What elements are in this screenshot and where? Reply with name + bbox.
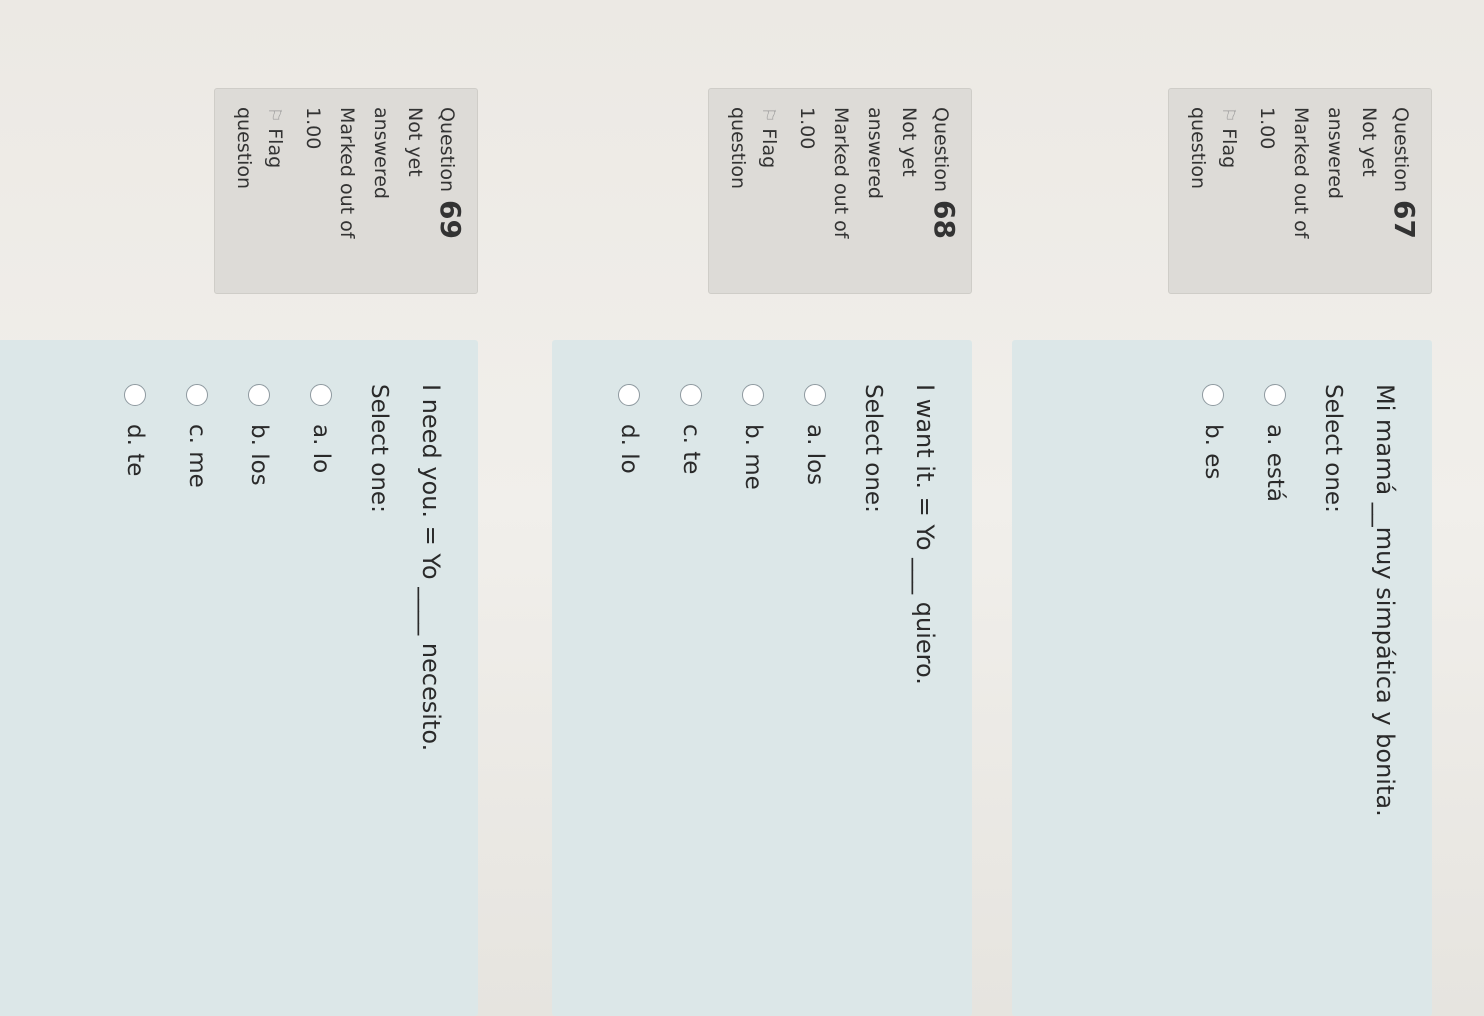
grade-line-1: Marked out of [336,107,358,239]
radio-empty-icon[interactable] [124,384,146,406]
state-line-1: Not yet [1358,107,1380,177]
answer-option-a[interactable]: a. está [1244,384,1306,976]
radio-empty-icon[interactable] [248,384,270,406]
option-label: d. lo [616,424,642,474]
question-number: Question 67 [1386,107,1421,279]
answer-option-b[interactable]: b. los [228,384,290,976]
grade-line-1: Marked out of [830,107,852,239]
question-info: Question 68 Not yet answered Marked out … [708,88,972,294]
answer-option-b[interactable]: b. es [1182,384,1244,976]
question-content: Mi mamá __muy simpática y bonita. Select… [1012,340,1432,1016]
option-label: c. me [184,424,210,488]
question-number: Question 69 [432,107,467,279]
question-content: I need you. = Yo ____ necesito. Select o… [0,340,478,1016]
radio-empty-icon[interactable] [1264,384,1286,406]
flag-question-link[interactable]: ⚐ Flag question [229,107,290,279]
state-line-2: answered [370,107,392,199]
radio-empty-icon[interactable] [618,384,640,406]
state-line-1: Not yet [898,107,920,177]
select-prompt: Select one: [860,384,886,513]
flag-icon: ⚐ [1218,107,1238,123]
flag-line-2: question [233,107,255,190]
flag-question-link[interactable]: ⚐ Flag question [1183,107,1244,279]
answer-option-a[interactable]: a. los [784,384,846,976]
question-info: Question 67 Not yet answered Marked out … [1168,88,1432,294]
answer-options: a. está b. es [1182,384,1306,976]
answer-option-b[interactable]: b. me [722,384,784,976]
question-text: I need you. = Yo ____ necesito. [417,384,445,752]
option-label: a. está [1262,424,1288,502]
flag-line-2: question [1187,107,1209,190]
flag-line-2: question [727,107,749,190]
question-content: I want it. = Yo ___ quiero. Select one: … [552,340,972,1016]
answer-option-c[interactable]: c. me [166,384,228,976]
question-num: 69 [434,200,467,239]
question-info: Question 69 Not yet answered Marked out … [214,88,478,294]
question-grade: Marked out of 1.00 [790,107,858,279]
state-line-1: Not yet [404,107,426,177]
state-line-2: answered [864,107,886,199]
radio-empty-icon[interactable] [186,384,208,406]
select-prompt: Select one: [366,384,392,513]
option-label: d. te [122,424,148,477]
question-num: 68 [928,200,961,239]
radio-empty-icon[interactable] [680,384,702,406]
option-label: a. lo [308,424,334,474]
radio-empty-icon[interactable] [1202,384,1224,406]
question-num: 67 [1388,200,1421,239]
option-label: b. es [1200,424,1226,480]
answer-options: a. los b. me c. te d. lo [598,384,846,976]
option-label: b. los [246,424,272,486]
flag-line-1: Flag [758,128,780,169]
answer-option-d[interactable]: d. te [104,384,166,976]
question-state: Not yet answered [858,107,926,279]
answer-option-d[interactable]: d. lo [598,384,660,976]
radio-empty-icon[interactable] [742,384,764,406]
select-prompt: Select one: [1320,384,1346,513]
question-text: Mi mamá __muy simpática y bonita. [1371,384,1399,817]
grade-line-2: 1.00 [796,107,818,150]
grade-line-2: 1.00 [302,107,324,150]
flag-line-1: Flag [1218,128,1240,169]
question-grade: Marked out of 1.00 [296,107,364,279]
question-text: I want it. = Yo ___ quiero. [911,384,939,685]
grade-line-1: Marked out of [1290,107,1312,239]
question-label: Question [1390,107,1412,192]
question-grade: Marked out of 1.00 [1250,107,1318,279]
radio-empty-icon[interactable] [804,384,826,406]
question-label: Question [930,107,952,192]
answer-option-c[interactable]: c. te [660,384,722,976]
question-state: Not yet answered [364,107,432,279]
flag-question-link[interactable]: ⚐ Flag question [723,107,784,279]
radio-empty-icon[interactable] [310,384,332,406]
option-label: b. me [740,424,766,490]
option-label: a. los [802,424,828,486]
grade-line-2: 1.00 [1256,107,1278,150]
question-label: Question [436,107,458,192]
option-label: c. te [678,424,704,475]
question-number: Question 68 [926,107,961,279]
flag-line-1: Flag [264,128,286,169]
flag-icon: ⚐ [758,107,778,123]
question-state: Not yet answered [1318,107,1386,279]
answer-option-a[interactable]: a. lo [290,384,352,976]
state-line-2: answered [1324,107,1346,199]
flag-icon: ⚐ [264,107,284,123]
answer-options: a. lo b. los c. me d. te [104,384,352,976]
quiz-page: Question 67 Not yet answered Marked out … [0,0,1484,1016]
